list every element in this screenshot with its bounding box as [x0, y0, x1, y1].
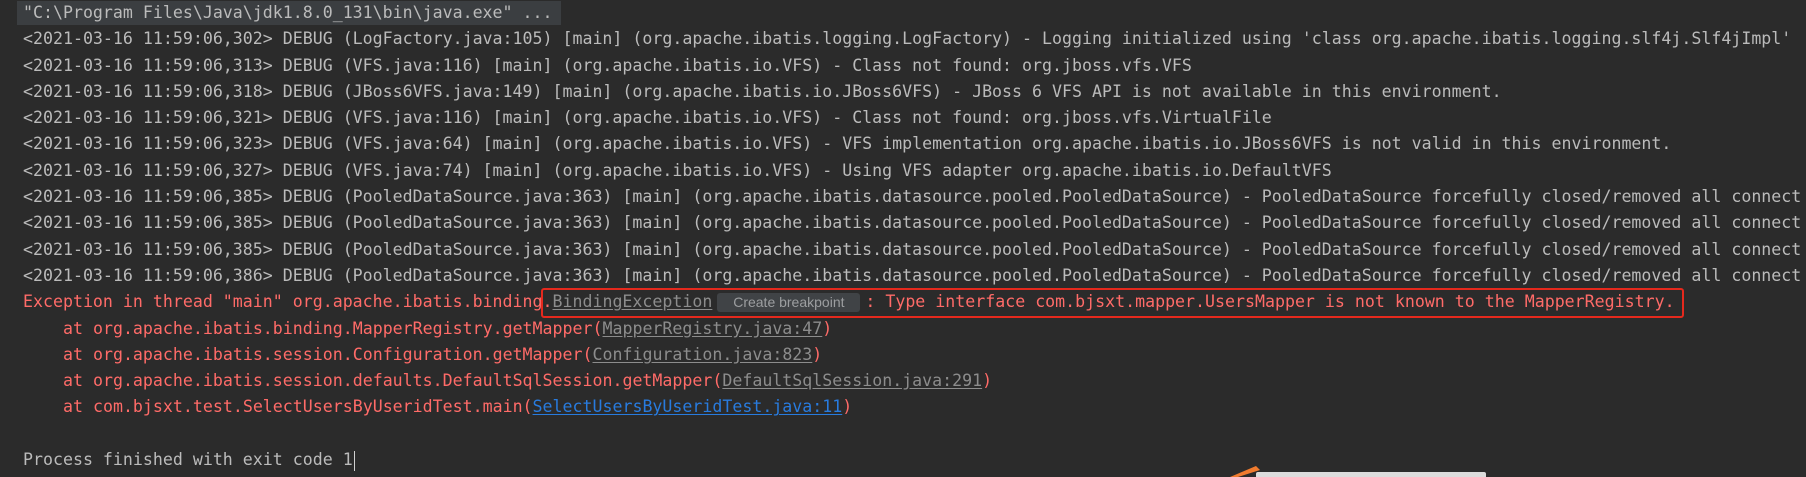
- highlight-box: [541, 288, 1684, 318]
- log-line: <2021-03-16 11:59:06,385> DEBUG (PooledD…: [0, 210, 1806, 236]
- exception-prefix: Exception in thread "main" org.apache.ib…: [23, 292, 553, 312]
- log-line: <2021-03-16 11:59:06,313> DEBUG (VFS.jav…: [0, 53, 1806, 79]
- stack-trace-method: at org.apache.ibatis.session.Configurati…: [63, 344, 593, 364]
- stack-trace-line: at org.apache.ibatis.session.defaults.De…: [0, 368, 1806, 394]
- log-line-text: <2021-03-16 11:59:06,386> DEBUG (PooledD…: [23, 265, 1802, 285]
- log-line-text: <2021-03-16 11:59:06,302> DEBUG (LogFact…: [23, 29, 1792, 49]
- log-line: <2021-03-16 11:59:06,386> DEBUG (PooledD…: [0, 263, 1806, 289]
- log-line: <2021-03-16 11:59:06,302> DEBUG (LogFact…: [0, 26, 1806, 52]
- log-line-text: <2021-03-16 11:59:06,385> DEBUG (PooledD…: [23, 239, 1802, 259]
- log-line: <2021-03-16 11:59:06,318> DEBUG (JBoss6V…: [0, 79, 1806, 105]
- log-line: <2021-03-16 11:59:06,327> DEBUG (VFS.jav…: [0, 158, 1806, 184]
- log-line-text: <2021-03-16 11:59:06,323> DEBUG (VFS.jav…: [23, 134, 1672, 154]
- log-line: <2021-03-16 11:59:06,321> DEBUG (VFS.jav…: [0, 105, 1806, 131]
- stack-trace-line: at com.bjsxt.test.SelectUsersByUseridTes…: [0, 394, 1806, 420]
- stack-trace-suffix: ): [842, 397, 853, 417]
- log-line-text: <2021-03-16 11:59:06,318> DEBUG (JBoss6V…: [23, 81, 1502, 101]
- log-line: <2021-03-16 11:59:06,385> DEBUG (PooledD…: [0, 184, 1806, 210]
- stack-trace-line: at org.apache.ibatis.session.Configurati…: [0, 342, 1806, 368]
- run-console[interactable]: "C:\Program Files\Java\jdk1.8.0_131\bin\…: [0, 0, 1806, 477]
- stack-trace-suffix: ): [982, 371, 993, 391]
- command-line-row: "C:\Program Files\Java\jdk1.8.0_131\bin\…: [0, 0, 1806, 26]
- log-line: <2021-03-16 11:59:06,385> DEBUG (PooledD…: [0, 237, 1806, 263]
- exit-message: Process finished with exit code 1: [23, 450, 353, 470]
- text-caret: [353, 450, 355, 471]
- stack-trace-method: at org.apache.ibatis.session.defaults.De…: [63, 371, 723, 391]
- stack-trace-suffix: ): [812, 344, 823, 364]
- annotation-bar: [1256, 472, 1486, 477]
- stack-trace-method: at com.bjsxt.test.SelectUsersByUseridTes…: [63, 397, 533, 417]
- stack-trace-source-link[interactable]: Configuration.java:823: [593, 345, 813, 364]
- log-line-text: <2021-03-16 11:59:06,385> DEBUG (PooledD…: [23, 213, 1802, 233]
- log-line-text: <2021-03-16 11:59:06,385> DEBUG (PooledD…: [23, 187, 1802, 207]
- log-line-text: <2021-03-16 11:59:06,313> DEBUG (VFS.jav…: [23, 55, 1192, 75]
- log-line: <2021-03-16 11:59:06,323> DEBUG (VFS.jav…: [0, 131, 1806, 157]
- log-line-text: <2021-03-16 11:59:06,327> DEBUG (VFS.jav…: [23, 160, 1332, 180]
- command-line[interactable]: "C:\Program Files\Java\jdk1.8.0_131\bin\…: [17, 1, 561, 25]
- stack-trace-method: at org.apache.ibatis.binding.MapperRegis…: [63, 318, 603, 338]
- exit-line: Process finished with exit code 1: [0, 447, 1806, 473]
- stack-trace-source-link[interactable]: DefaultSqlSession.java:291: [722, 371, 982, 390]
- stack-trace-suffix: ): [822, 318, 833, 338]
- stack-trace-line: at org.apache.ibatis.binding.MapperRegis…: [0, 316, 1806, 342]
- stack-trace-source-link[interactable]: MapperRegistry.java:47: [602, 319, 822, 338]
- stack-trace-project-link[interactable]: SelectUsersByUseridTest.java:11: [533, 397, 843, 416]
- log-line-text: <2021-03-16 11:59:06,321> DEBUG (VFS.jav…: [23, 108, 1272, 128]
